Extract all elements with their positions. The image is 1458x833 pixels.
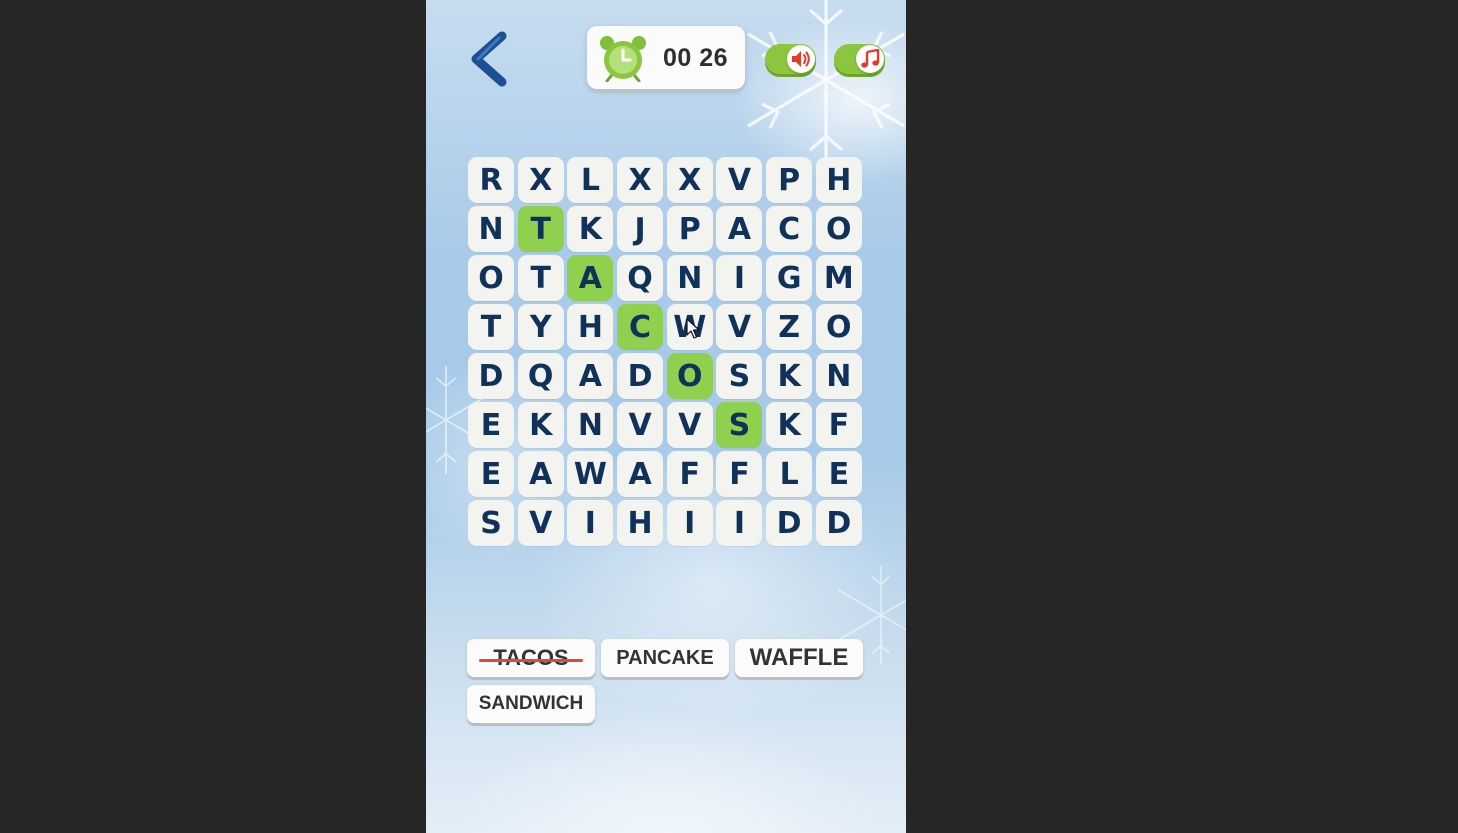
grid-cell-r3-c5[interactable]: V xyxy=(716,304,763,350)
grid-cell-r1-c6[interactable]: C xyxy=(766,206,813,252)
grid-cell-r1-c1[interactable]: T xyxy=(517,206,564,252)
timer-panel: 00 26 xyxy=(587,26,745,89)
music-toggle-knob xyxy=(856,45,884,73)
grid-cell-r7-c7[interactable]: D xyxy=(815,500,862,546)
snowflake-decoration xyxy=(747,0,905,170)
sound-toggle-knob xyxy=(787,45,815,73)
word-chip-pancake: PANCAKE xyxy=(601,639,729,677)
grid-cell-r1-c4[interactable]: P xyxy=(666,206,713,252)
grid-cell-r4-c6[interactable]: K xyxy=(766,353,813,399)
grid-cell-r1-c2[interactable]: K xyxy=(567,206,614,252)
grid-cell-r5-c3[interactable]: V xyxy=(617,402,664,448)
grid-cell-r3-c3[interactable]: C xyxy=(617,304,664,350)
grid-cell-r4-c5[interactable]: S xyxy=(716,353,763,399)
grid-cell-r5-c0[interactable]: E xyxy=(468,402,514,448)
grid-cell-r4-c0[interactable]: D xyxy=(468,353,514,399)
sound-toggle[interactable] xyxy=(765,44,816,74)
grid-cell-r6-c7[interactable]: E xyxy=(815,451,862,497)
word-label: PANCAKE xyxy=(616,646,714,669)
grid-cell-r2-c7[interactable]: M xyxy=(815,255,862,301)
grid-cell-r7-c4[interactable]: I xyxy=(666,500,713,546)
grid-cell-r3-c6[interactable]: Z xyxy=(766,304,813,350)
music-toggle[interactable] xyxy=(834,44,885,74)
grid-cell-r2-c3[interactable]: Q xyxy=(617,255,664,301)
grid-cell-r3-c0[interactable]: T xyxy=(468,304,514,350)
grid-cell-r6-c1[interactable]: A xyxy=(517,451,564,497)
word-label: WAFFLE xyxy=(749,644,849,671)
grid-cell-r5-c2[interactable]: N xyxy=(567,402,614,448)
grid-cell-r3-c7[interactable]: O xyxy=(815,304,862,350)
back-button[interactable] xyxy=(466,30,510,88)
grid-cell-r4-c7[interactable]: N xyxy=(815,353,862,399)
grid-cell-r3-c2[interactable]: H xyxy=(567,304,614,350)
grid-cell-r2-c2[interactable]: A xyxy=(567,255,614,301)
grid-cell-r2-c5[interactable]: I xyxy=(716,255,763,301)
grid-cell-r1-c0[interactable]: N xyxy=(468,206,514,252)
grid-cell-r5-c5[interactable]: S xyxy=(716,402,763,448)
grid-cell-r7-c2[interactable]: I xyxy=(567,500,614,546)
grid-cell-r2-c0[interactable]: O xyxy=(468,255,514,301)
grid-cell-r0-c0[interactable]: R xyxy=(468,157,514,203)
grid-cell-r2-c1[interactable]: T xyxy=(517,255,564,301)
word-chip-waffle: WAFFLE xyxy=(735,639,863,677)
grid-cell-r5-c6[interactable]: K xyxy=(766,402,813,448)
grid-cell-r4-c4[interactable]: O xyxy=(666,353,713,399)
word-chip-sandwich: SANDWICH xyxy=(467,685,595,723)
letter-grid: RXLXXVPHNTKJPACOOTAQNIGMTYHCWVZODQADOSKN… xyxy=(468,157,864,546)
grid-cell-r0-c7[interactable]: H xyxy=(815,157,862,203)
chevron-left-icon xyxy=(471,31,507,87)
grid-cell-r6-c5[interactable]: F xyxy=(716,451,763,497)
grid-cell-r2-c6[interactable]: G xyxy=(766,255,813,301)
grid-cell-r7-c3[interactable]: H xyxy=(617,500,664,546)
game-screen: 00 26 RXLXXVPHNTKJPACOOTAQNIGMTYHCWVZODQ… xyxy=(426,0,906,833)
word-label: SANDWICH xyxy=(478,693,584,714)
grid-cell-r6-c6[interactable]: L xyxy=(766,451,813,497)
grid-cell-r7-c6[interactable]: D xyxy=(766,500,813,546)
grid-cell-r6-c2[interactable]: W xyxy=(567,451,614,497)
grid-cell-r3-c4[interactable]: W xyxy=(666,304,713,350)
grid-cell-r5-c1[interactable]: K xyxy=(517,402,564,448)
grid-cell-r3-c1[interactable]: Y xyxy=(517,304,564,350)
grid-cell-r7-c1[interactable]: V xyxy=(517,500,564,546)
grid-cell-r6-c4[interactable]: F xyxy=(666,451,713,497)
word-chip-tacos: TACOS xyxy=(467,639,595,677)
speaker-icon xyxy=(792,51,810,67)
found-strikethrough xyxy=(479,659,583,662)
grid-cell-r4-c3[interactable]: D xyxy=(617,353,664,399)
timer-text: 00 26 xyxy=(663,44,729,72)
grid-cell-r0-c1[interactable]: X xyxy=(517,157,564,203)
grid-cell-r7-c5[interactable]: I xyxy=(716,500,763,546)
grid-cell-r2-c4[interactable]: N xyxy=(666,255,713,301)
grid-cell-r0-c4[interactable]: X xyxy=(666,157,713,203)
music-note-icon xyxy=(861,49,880,68)
word-label: TACOS xyxy=(493,645,569,670)
grid-cell-r1-c7[interactable]: O xyxy=(815,206,862,252)
grid-cell-r0-c3[interactable]: X xyxy=(617,157,664,203)
grid-cell-r6-c3[interactable]: A xyxy=(617,451,664,497)
grid-cell-r7-c0[interactable]: S xyxy=(468,500,514,546)
grid-cell-r4-c1[interactable]: Q xyxy=(517,353,564,399)
grid-cell-r0-c2[interactable]: L xyxy=(567,157,614,203)
grid-cell-r6-c0[interactable]: E xyxy=(468,451,514,497)
grid-cell-r0-c6[interactable]: P xyxy=(766,157,813,203)
grid-cell-r0-c5[interactable]: V xyxy=(716,157,763,203)
grid-cell-r1-c5[interactable]: A xyxy=(716,206,763,252)
grid-cell-r5-c4[interactable]: V xyxy=(666,402,713,448)
alarm-clock-icon xyxy=(600,36,646,82)
grid-cell-r1-c3[interactable]: J xyxy=(617,206,664,252)
grid-cell-r4-c2[interactable]: A xyxy=(567,353,614,399)
grid-cell-r5-c7[interactable]: F xyxy=(815,402,862,448)
